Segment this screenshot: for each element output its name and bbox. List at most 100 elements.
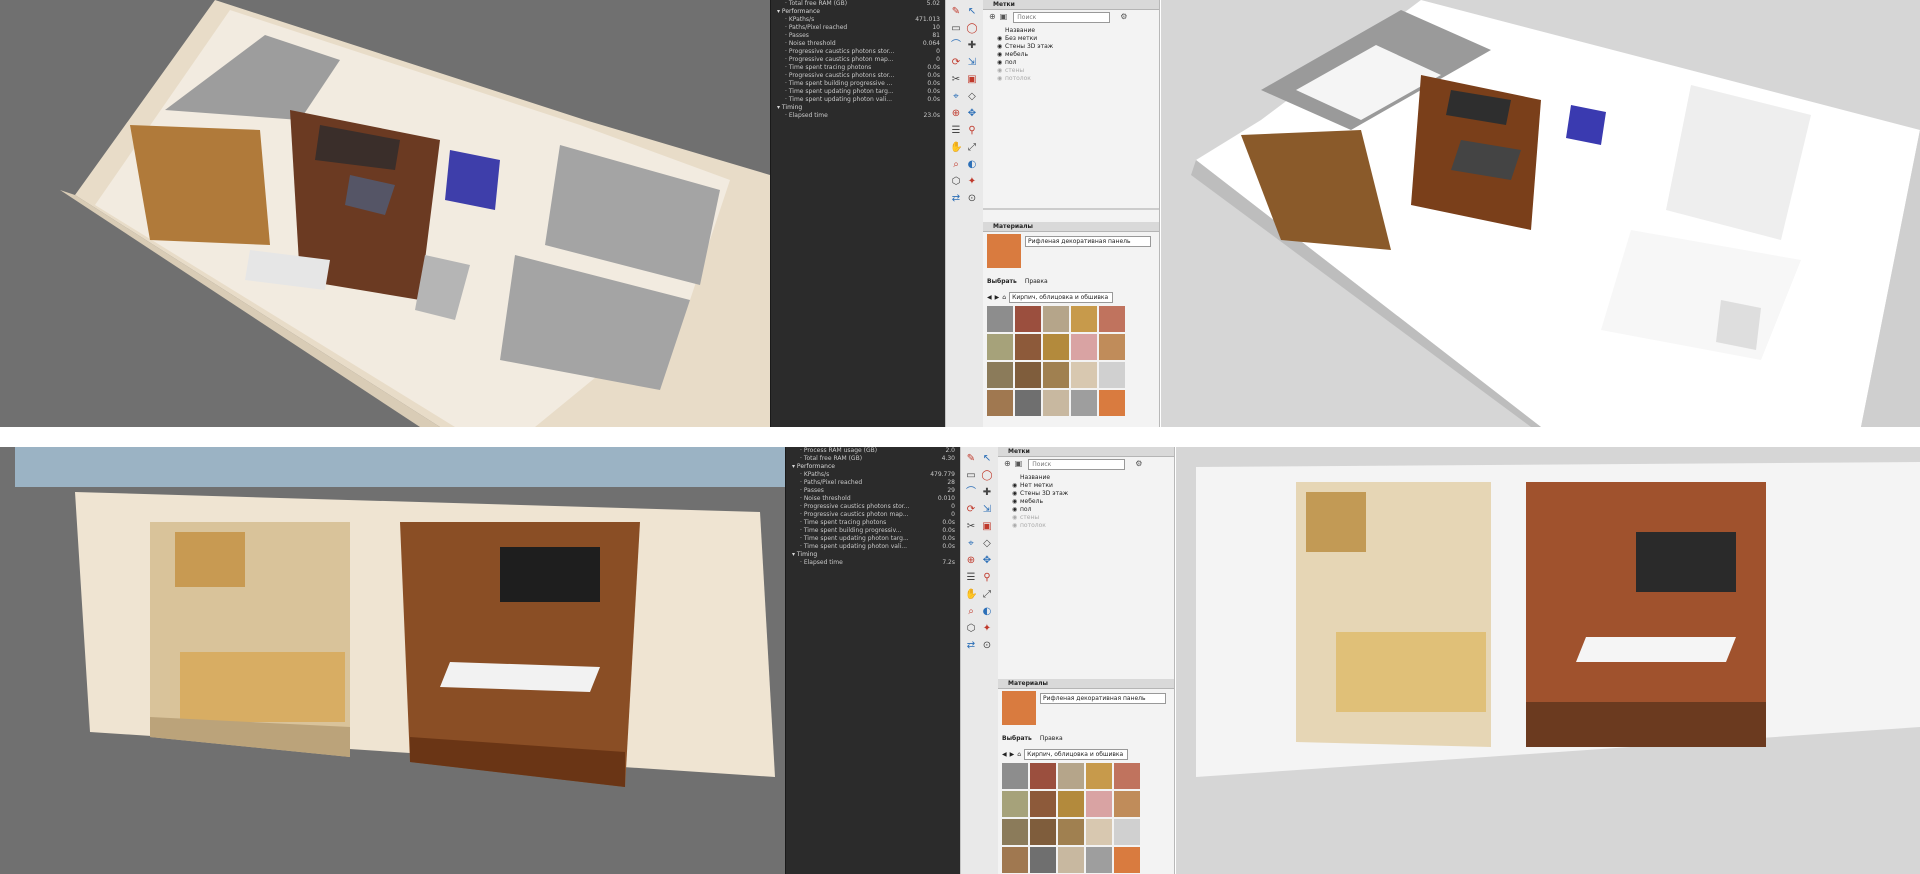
material-swatch[interactable]	[1086, 847, 1112, 873]
tag-row[interactable]: ◉ пол	[998, 506, 1174, 514]
forward-icon[interactable]: ▶	[995, 294, 1000, 301]
material-swatch[interactable]	[1030, 819, 1056, 845]
material-swatch[interactable]	[1043, 334, 1069, 360]
visibility-eye-icon[interactable]: ◉	[1012, 490, 1018, 498]
rotate-icon[interactable]: ⟳	[965, 504, 977, 516]
tag-tools-icon[interactable]: ⚙	[1135, 459, 1142, 468]
sketchup-viewport[interactable]	[1176, 447, 1920, 874]
rotate-icon[interactable]: ⟳	[950, 57, 962, 69]
scale-icon[interactable]: ⇲	[981, 504, 993, 516]
material-swatch[interactable]	[1058, 791, 1084, 817]
paint-bucket-icon[interactable]: ▣	[981, 521, 993, 533]
material-swatch[interactable]	[1043, 362, 1069, 388]
tags-panel-title[interactable]: Метки	[998, 447, 1174, 457]
material-swatch[interactable]	[1002, 847, 1028, 873]
materials-panel-title[interactable]: Материалы	[998, 679, 1174, 689]
material-swatch[interactable]	[987, 362, 1013, 388]
material-swatch[interactable]	[1030, 847, 1056, 873]
tag-tools-icon[interactable]: ⚙	[1120, 12, 1127, 21]
tab-edit[interactable]: Правка	[1040, 735, 1063, 742]
tape-measure-icon[interactable]: ⌖	[965, 538, 977, 550]
material-swatch[interactable]	[1071, 390, 1097, 416]
walk-icon[interactable]: ⊙	[981, 640, 993, 652]
home-icon[interactable]: ⌂	[1017, 751, 1021, 758]
tags-panel-title[interactable]: Метки	[983, 0, 1159, 10]
material-name-field[interactable]: Рифленая декоративная панель	[1025, 236, 1151, 247]
tag-row[interactable]: ◉ Без метки	[983, 35, 1159, 43]
material-swatch[interactable]	[1114, 847, 1140, 873]
tag-row[interactable]: ◉ стены	[998, 514, 1174, 522]
tag-row[interactable]: ◉ мебель	[998, 498, 1174, 506]
tag-row[interactable]: ◉ Нет метки	[998, 482, 1174, 490]
visibility-eye-icon[interactable]: ◉	[997, 43, 1003, 51]
back-icon[interactable]: ◀	[987, 294, 992, 301]
follow-me-icon[interactable]: ⊕	[950, 108, 962, 120]
tab-select[interactable]: Выбрать	[1002, 735, 1032, 742]
visibility-eye-icon[interactable]: ◉	[1012, 514, 1018, 522]
zoom-icon[interactable]: ⚲	[981, 572, 993, 584]
pan-icon[interactable]: ✋	[950, 142, 962, 154]
material-swatch[interactable]	[987, 334, 1013, 360]
material-swatch[interactable]	[1015, 306, 1041, 332]
circle-icon[interactable]: ◯	[981, 470, 993, 482]
zoom-icon[interactable]: ⚲	[966, 125, 978, 137]
material-swatch[interactable]	[1015, 334, 1041, 360]
material-swatch[interactable]	[1099, 390, 1125, 416]
tag-row[interactable]: ◉ Стены 3D этаж	[998, 490, 1174, 498]
material-swatch[interactable]	[1086, 791, 1112, 817]
protractor-icon[interactable]: ✦	[981, 623, 993, 635]
arc-icon[interactable]: ⌒	[950, 40, 962, 52]
material-swatch[interactable]	[1071, 362, 1097, 388]
material-swatch[interactable]	[1086, 819, 1112, 845]
eraser-icon[interactable]: ✂	[965, 521, 977, 533]
paint-bucket-icon[interactable]: ▣	[966, 74, 978, 86]
material-swatch[interactable]	[1043, 306, 1069, 332]
tab-select[interactable]: Выбрать	[987, 278, 1017, 285]
visibility-eye-icon[interactable]: ◉	[997, 51, 1003, 59]
material-swatch[interactable]	[1099, 334, 1125, 360]
sketchup-viewport[interactable]	[1161, 0, 1920, 427]
orbit-icon[interactable]: ⇄	[950, 193, 962, 205]
material-swatch[interactable]	[1002, 791, 1028, 817]
material-swatch[interactable]	[987, 390, 1013, 416]
material-name-field[interactable]: Рифленая декоративная панель	[1040, 693, 1166, 704]
material-swatch[interactable]	[1002, 763, 1028, 789]
material-swatch[interactable]	[987, 306, 1013, 332]
scale-icon[interactable]: ⇲	[966, 57, 978, 69]
visibility-eye-icon[interactable]: ◉	[1012, 506, 1018, 514]
material-swatch[interactable]	[1002, 819, 1028, 845]
folder-icon[interactable]: ▣	[1015, 459, 1023, 468]
forward-icon[interactable]: ▶	[1010, 751, 1015, 758]
zoom-extents-icon[interactable]: ⤢	[981, 589, 993, 601]
visibility-eye-icon[interactable]: ◉	[997, 67, 1003, 75]
material-swatch[interactable]	[1015, 390, 1041, 416]
collection-select[interactable]: Кирпич, облицовка и обшивка	[1024, 749, 1129, 760]
zoom-extents-icon[interactable]: ⤢	[966, 142, 978, 154]
circle-icon[interactable]: ◯	[966, 23, 978, 35]
rectangle-icon[interactable]: ▭	[965, 470, 977, 482]
materials-panel-title[interactable]: Материалы	[983, 222, 1159, 232]
material-swatch[interactable]	[1058, 847, 1084, 873]
search-icon[interactable]: ⌕	[965, 606, 977, 618]
orbit-icon[interactable]: ⇄	[965, 640, 977, 652]
render-viewport[interactable]	[0, 0, 770, 427]
material-swatch[interactable]	[1015, 362, 1041, 388]
push-pull-icon[interactable]: ◇	[981, 538, 993, 550]
follow-me-icon[interactable]: ⊕	[965, 555, 977, 567]
tags-search-input[interactable]: Поиск	[1028, 459, 1126, 470]
visibility-eye-icon[interactable]: ◉	[1012, 522, 1018, 530]
pencil-icon[interactable]: ✎	[950, 6, 962, 18]
rectangle-icon[interactable]: ▭	[950, 23, 962, 35]
walk-icon[interactable]: ⊙	[966, 193, 978, 205]
render-viewport[interactable]	[0, 447, 785, 874]
visibility-eye-icon[interactable]: ◉	[997, 75, 1003, 83]
text-icon[interactable]: ☰	[950, 125, 962, 137]
add-tag-icon[interactable]: ⊕	[989, 12, 996, 21]
visibility-eye-icon[interactable]: ◉	[1012, 482, 1018, 490]
material-swatch[interactable]	[1043, 390, 1069, 416]
visibility-eye-icon[interactable]: ◉	[997, 59, 1003, 67]
tag-row[interactable]: ◉ потолок	[998, 522, 1174, 530]
protractor-icon[interactable]: ✦	[966, 176, 978, 188]
tag-row[interactable]: ◉ потолок	[983, 75, 1159, 83]
collection-select[interactable]: Кирпич, облицовка и обшивка	[1009, 292, 1114, 303]
